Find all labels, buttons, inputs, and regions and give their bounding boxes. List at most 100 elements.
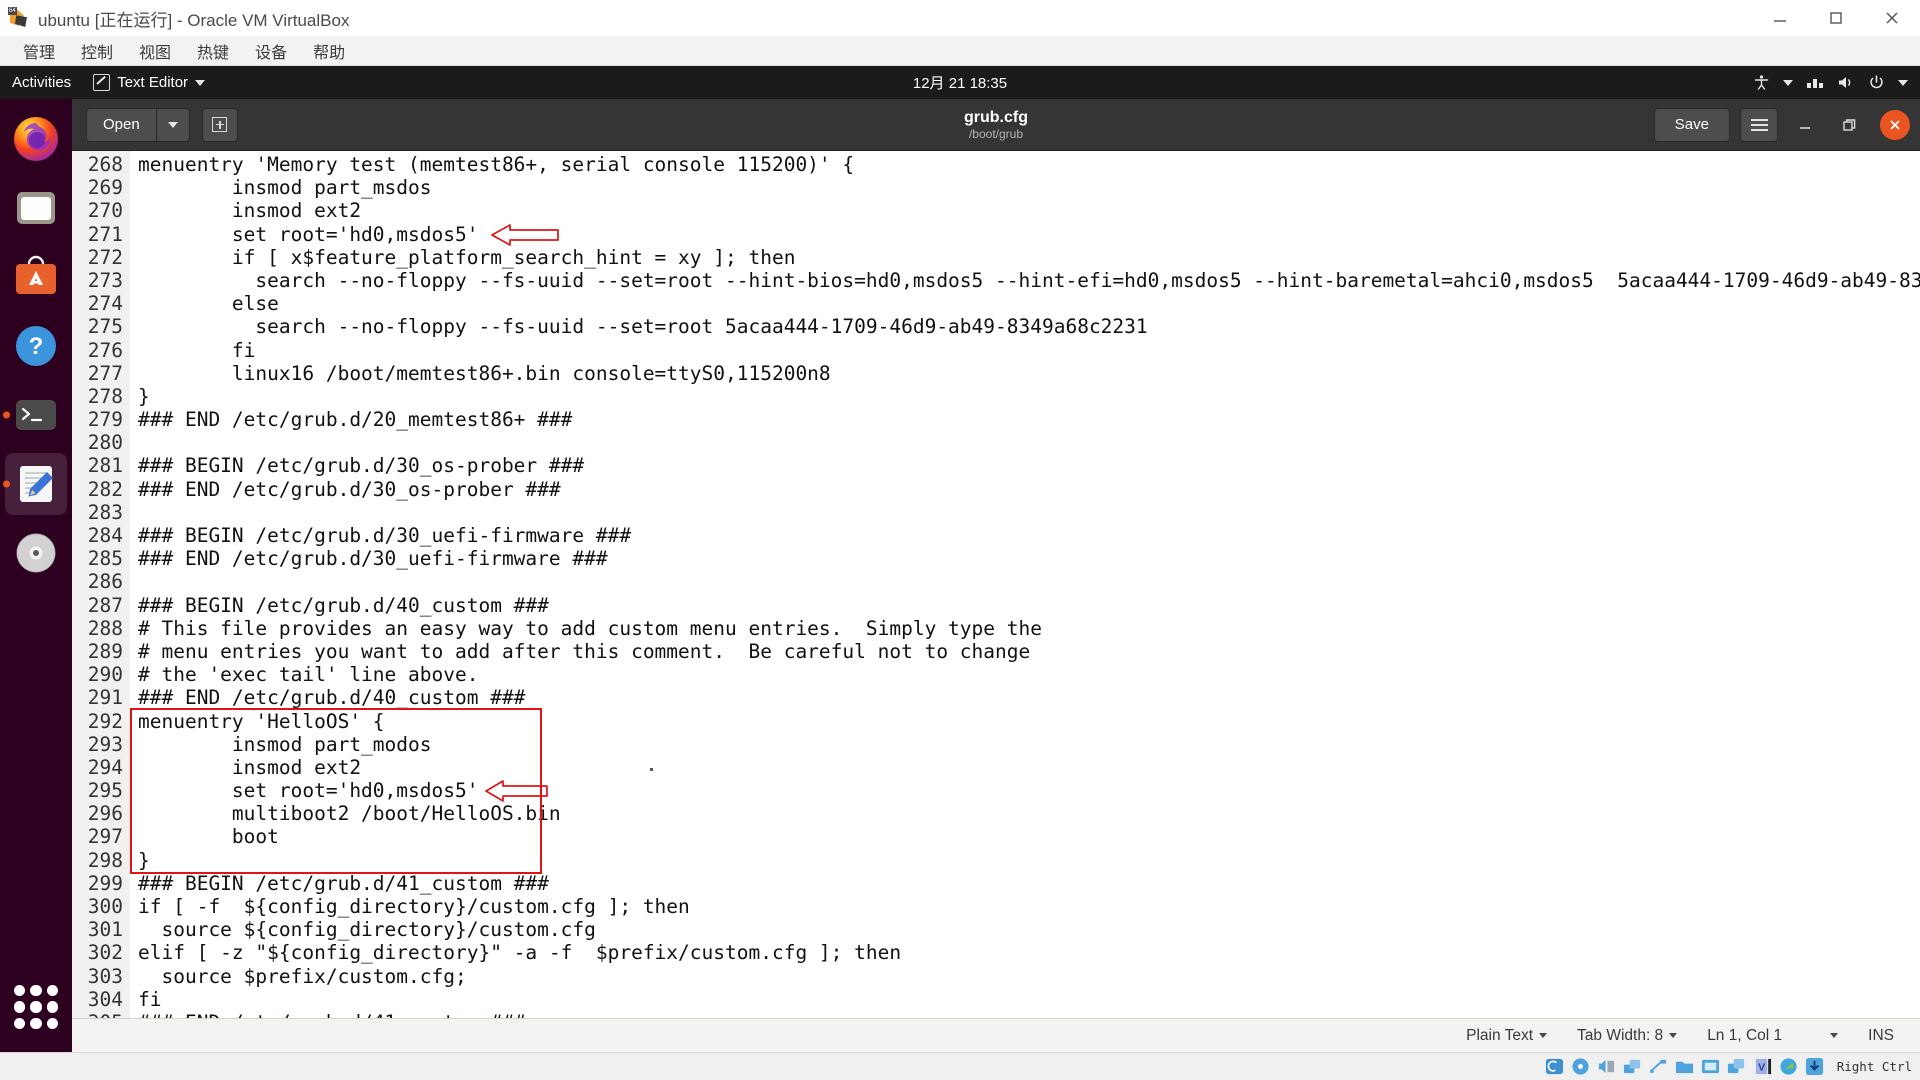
vbox-menu-devices[interactable]: 设备 — [242, 36, 300, 66]
insert-mode-indicator[interactable]: INS — [1868, 1027, 1894, 1045]
line-text: ### END /etc/grub.d/30_os-prober ### — [138, 477, 561, 501]
vm-icon[interactable]: V — [1753, 1057, 1772, 1076]
tab-width-label: Tab Width: 8 — [1577, 1026, 1664, 1044]
dock-item-disc[interactable] — [5, 522, 67, 584]
dock-item-ubuntu-software[interactable] — [5, 246, 67, 308]
show-applications-button[interactable] — [5, 976, 67, 1038]
code-line: 287 ### BEGIN /etc/grub.d/40_custom ### — [72, 593, 1920, 617]
usb-icon[interactable] — [1649, 1057, 1668, 1076]
line-text: ### END /etc/grub.d/20_memtest86+ ### — [138, 408, 573, 432]
line-number: 294 — [72, 755, 130, 780]
line-number: 285 — [72, 547, 130, 571]
line-text: ### END /etc/grub.d/41_custom ### — [130, 1011, 525, 1018]
code-text-area[interactable]: 268 menuentry 'Memory test (memtest86+, s… — [72, 151, 1920, 1018]
dock-item-help[interactable]: ? — [5, 315, 67, 377]
line-number: 298 — [72, 848, 130, 872]
tab-width-selector[interactable]: Tab Width: 8 — [1577, 1026, 1678, 1045]
vbox-close-icon[interactable] — [1864, 0, 1920, 36]
language-label: Plain Text — [1466, 1026, 1534, 1044]
insert-mode-label: INS — [1868, 1026, 1894, 1044]
stray-dot-artifact — [650, 768, 653, 772]
code-line: 269 insmod part_msdos — [72, 176, 1920, 200]
network-icon[interactable] — [1623, 1057, 1642, 1076]
code-line: 305### END /etc/grub.d/41_custom ### — [72, 1010, 1920, 1018]
code-line: 281 ### BEGIN /etc/grub.d/30_os-prober ##… — [72, 454, 1920, 478]
vbox-menu-hotkeys[interactable]: 热键 — [184, 36, 242, 66]
volume-icon[interactable] — [1837, 74, 1855, 91]
recording-icon[interactable] — [1727, 1057, 1746, 1076]
editor-close-button[interactable] — [1880, 109, 1910, 140]
vbox-menu-help[interactable]: 帮助 — [300, 36, 358, 66]
code-line: 270 insmod ext2 — [72, 199, 1920, 223]
line-text — [130, 501, 138, 524]
dock-item-firefox[interactable] — [5, 108, 67, 170]
code-line: 297 boot — [72, 825, 1920, 849]
audio-icon[interactable] — [1597, 1057, 1616, 1076]
save-button[interactable]: Save — [1653, 107, 1730, 142]
chevron-down-icon — [1669, 1033, 1678, 1038]
line-number: 281 — [72, 454, 130, 478]
line-text: insmod part_msdos — [138, 176, 432, 200]
open-button[interactable]: Open — [86, 107, 156, 142]
line-text: } — [138, 384, 150, 408]
virtualbox-status-bar: V Right Ctrl — [0, 1052, 1920, 1080]
line-number: 291 — [72, 686, 130, 710]
virtualbox-titlebar: 64 ubuntu [正在运行] - Oracle VM VirtualBox — [0, 0, 1920, 36]
accessibility-icon[interactable] — [1753, 74, 1770, 91]
mouse-integration-icon[interactable] — [1779, 1057, 1798, 1076]
vbox-menu-manage[interactable]: 管理 — [10, 36, 68, 66]
text-editor-icon — [93, 74, 111, 91]
code-line: 291 ### END /etc/grub.d/40_custom ### — [72, 686, 1920, 710]
code-line: 280 — [72, 431, 1920, 455]
activities-button[interactable]: Activities — [0, 74, 85, 91]
gnome-status-area[interactable] — [1753, 74, 1920, 91]
dock-item-terminal[interactable] — [3, 384, 67, 446]
editor-minimize-button[interactable] — [1788, 108, 1822, 142]
line-text: ### BEGIN /etc/grub.d/40_custom ### — [138, 593, 549, 617]
language-selector[interactable]: Plain Text — [1466, 1026, 1548, 1045]
cursor-position-selector[interactable]: Ln 1, Col 1 — [1707, 1027, 1839, 1045]
hamburger-menu-button[interactable] — [1740, 107, 1778, 142]
line-text: # This file provides an easy way to add … — [138, 616, 1042, 640]
vbox-maximize-icon[interactable] — [1808, 0, 1864, 36]
open-dropdown-button[interactable] — [155, 107, 190, 142]
line-text: source $prefix/custom.cfg; — [138, 964, 467, 988]
line-text: ### BEGIN /etc/grub.d/30_os-prober ### — [138, 454, 585, 478]
line-text: search --no-floppy --fs-uuid --set=root … — [138, 268, 1920, 292]
line-number: 288 — [72, 616, 130, 640]
virtualbox-app-icon: 64 — [8, 7, 30, 29]
dock-item-files[interactable] — [5, 177, 67, 239]
chevron-down-icon — [195, 79, 206, 86]
editor-status-bar: Plain Text Tab Width: 8 Ln 1, Col 1 INS — [72, 1018, 1920, 1052]
vbox-menu-control[interactable]: 控制 — [68, 36, 126, 66]
editor-maximize-button[interactable] — [1832, 108, 1866, 142]
vbox-minimize-icon[interactable] — [1752, 0, 1808, 36]
line-number: 296 — [72, 802, 130, 826]
virtualbox-window-controls — [1752, 0, 1920, 36]
code-line: 285 ### END /etc/grub.d/30_uefi-firmware … — [72, 547, 1920, 571]
keyboard-icon[interactable] — [1805, 1057, 1824, 1076]
code-line: 277 linux16 /boot/memtest86+.bin console… — [72, 361, 1920, 385]
app-menu-label: Text Editor — [117, 74, 189, 91]
optical-disk-icon[interactable] — [1571, 1057, 1590, 1076]
status-chevron-icon[interactable] — [1783, 79, 1793, 86]
code-line: 295 set root='hd0,msdos5' — [72, 779, 1920, 803]
line-number: 304 — [72, 987, 130, 1011]
apps-grid-icon — [14, 985, 58, 1029]
display-icon[interactable] — [1701, 1057, 1720, 1076]
code-line: 276 fi — [72, 338, 1920, 362]
app-menu-button[interactable]: Text Editor — [85, 74, 213, 91]
dock-item-text-editor[interactable] — [3, 453, 67, 515]
vbox-menu-view[interactable]: 视图 — [126, 36, 184, 66]
new-document-button[interactable] — [201, 107, 238, 142]
gnome-clock[interactable]: 12月 21 18:35 — [913, 72, 1007, 93]
status-menu-chevron-icon[interactable] — [1898, 79, 1908, 86]
virtualbox-window: 64 ubuntu [正在运行] - Oracle VM VirtualBox … — [0, 0, 1920, 1080]
line-number: 274 — [72, 292, 130, 316]
line-text: fi — [138, 987, 162, 1011]
network-icon[interactable] — [1806, 74, 1824, 91]
power-icon[interactable] — [1868, 74, 1885, 91]
hard-disk-icon[interactable] — [1545, 1057, 1564, 1076]
code-line: 304 fi — [72, 987, 1920, 1011]
shared-folder-icon[interactable] — [1675, 1057, 1694, 1076]
